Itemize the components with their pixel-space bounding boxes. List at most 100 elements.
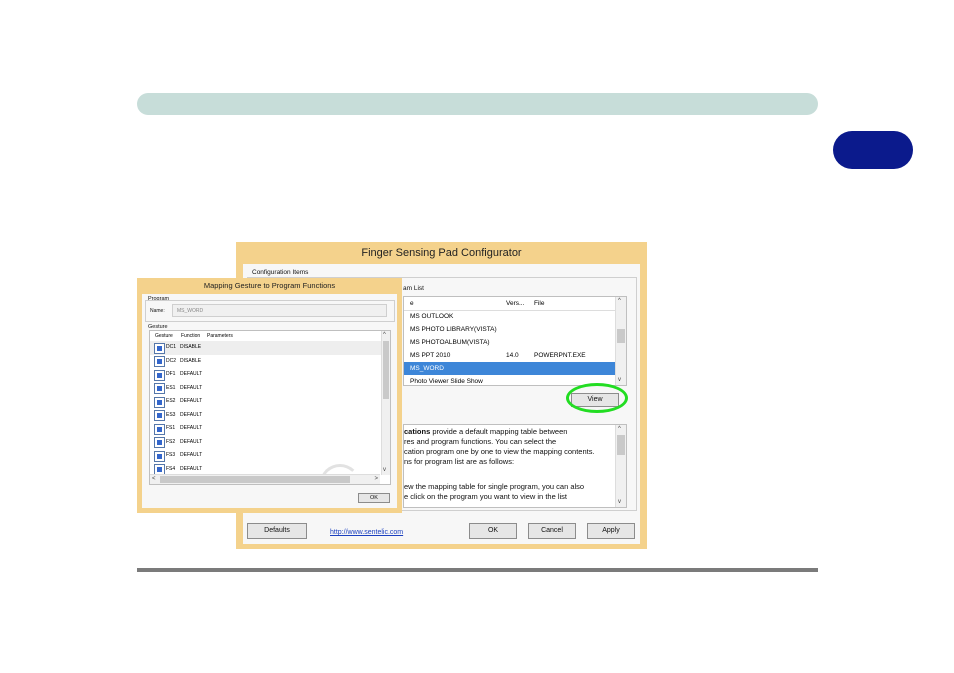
gesture-code: DC1	[166, 344, 177, 350]
program-name: MS PPT 2010	[410, 352, 451, 359]
description-line: res and program functions. You can selec…	[404, 437, 557, 446]
gesture-icon	[154, 356, 165, 367]
scrollbar-thumb[interactable]	[617, 435, 625, 455]
description-text: provide a default mapping table between	[430, 427, 568, 436]
gesture-function: DEFAULT	[180, 438, 203, 445]
gesture-mapping-client: Program Name: MS_WORD Gesture Gesture Fu…	[142, 294, 397, 508]
gesture-function: DEFAULT	[180, 425, 203, 431]
gesture-icon	[154, 450, 165, 462]
program-version: 14.0	[506, 352, 519, 359]
program-list-header: e Vers... File	[404, 297, 626, 311]
gesture-table[interactable]: Gesture Function Parameters DC1 DISABLE D…	[149, 330, 391, 485]
gesture-icon	[154, 383, 165, 394]
program-list-label: am List	[403, 285, 424, 292]
gesture-mapping-window: Mapping Gesture to Program Functions Pro…	[137, 278, 402, 513]
program-name: MS PHOTOALBUM(VISTA)	[410, 339, 490, 346]
program-file: POWERPNT.EXE	[534, 352, 586, 359]
defaults-button[interactable]: Defaults	[247, 523, 307, 539]
gesture-function: DEFAULT	[180, 452, 203, 458]
gesture-function: DEFAULT	[180, 411, 203, 418]
gesture-row[interactable]: FS3 DEFAULT	[150, 449, 382, 463]
gesture-function: DEFAULT	[180, 398, 203, 404]
header-bar	[137, 93, 818, 115]
program-row-ms-photoalbum[interactable]: MS PHOTOALBUM(VISTA)	[404, 336, 616, 349]
program-name: MS OUTLOOK	[410, 313, 454, 320]
chevron-down-icon[interactable]: v	[383, 466, 386, 475]
column-parameters[interactable]: Parameters	[207, 331, 233, 341]
name-value: MS_WORD	[177, 308, 204, 314]
column-gesture[interactable]: Gesture	[155, 331, 173, 341]
gesture-code: FS1	[166, 425, 176, 431]
description-line: e click on the program you want to view …	[404, 492, 567, 501]
chevron-up-icon[interactable]: ^	[618, 297, 621, 306]
gesture-table-hscrollbar[interactable]: < >	[150, 474, 380, 484]
scrollbar-thumb[interactable]	[383, 341, 389, 399]
program-name: Photo Viewer Slide Show	[410, 378, 483, 385]
gesture-function: DISABLE	[180, 344, 202, 350]
chevron-down-icon[interactable]: v	[618, 498, 621, 507]
chapter-tab-badge	[833, 131, 913, 169]
gesture-row[interactable]: DC2 DISABLE	[150, 355, 382, 369]
program-list[interactable]: e Vers... File MS OUTLOOK MS PHOTO LIBRA…	[403, 296, 627, 386]
program-name: MS_WORD	[410, 365, 444, 372]
gesture-code: FS2	[166, 438, 176, 445]
program-name: MS PHOTO LIBRARY(VISTA)	[410, 326, 497, 333]
gesture-table-vscrollbar[interactable]: ^ v	[381, 331, 390, 475]
gesture-ok-button[interactable]: OK	[358, 493, 390, 503]
gesture-icon	[154, 396, 165, 408]
apply-button[interactable]: Apply	[587, 523, 635, 539]
gesture-code: ES3	[166, 411, 176, 418]
gesture-icon	[154, 423, 165, 435]
chevron-right-icon[interactable]: >	[374, 475, 378, 484]
gesture-row[interactable]: DC1 DISABLE	[150, 341, 382, 355]
program-row-ms-photo-library[interactable]: MS PHOTO LIBRARY(VISTA)	[404, 323, 616, 336]
gesture-row[interactable]: FS2 DEFAULT	[150, 436, 382, 450]
column-name[interactable]: e	[410, 300, 414, 307]
gesture-icon	[154, 342, 165, 354]
configuration-items-label: Configuration Items	[252, 269, 309, 276]
gesture-code: FS3	[166, 452, 176, 458]
gesture-row[interactable]: ES2 DEFAULT	[150, 395, 382, 409]
program-row-ms-outlook[interactable]: MS OUTLOOK	[404, 310, 616, 323]
chevron-left-icon[interactable]: <	[152, 475, 156, 484]
gesture-row[interactable]: DF1 DEFAULT	[150, 368, 382, 382]
gesture-row[interactable]: FS1 DEFAULT	[150, 422, 382, 436]
gesture-row[interactable]: ES3 DEFAULT	[150, 409, 382, 423]
cancel-button[interactable]: Cancel	[528, 523, 576, 539]
program-list-scrollbar[interactable]: ^ v	[615, 297, 626, 385]
sentelic-link[interactable]: http://www.sentelic.com	[330, 529, 403, 536]
name-label: Name:	[150, 308, 165, 314]
description-line: ns for program list are as follows:	[404, 457, 515, 466]
view-button-highlight	[566, 383, 628, 413]
description-box: cations provide a default mapping table …	[403, 424, 627, 508]
ok-button[interactable]: OK	[469, 523, 517, 539]
description-line: cation program one by one to view the ma…	[404, 447, 595, 456]
description-bold: cations	[404, 427, 431, 436]
gesture-code: ES2	[166, 398, 176, 404]
scrollbar-thumb[interactable]	[160, 476, 350, 483]
gesture-function: DISABLE	[180, 357, 202, 364]
gesture-function: DEFAULT	[180, 384, 203, 391]
gesture-icon	[154, 437, 165, 448]
gesture-icon	[154, 410, 165, 421]
chevron-up-icon[interactable]: ^	[618, 425, 621, 434]
gesture-icon	[154, 369, 165, 381]
program-row-ms-ppt-2010[interactable]: MS PPT 2010 14.0 POWERPNT.EXE	[404, 349, 616, 362]
description-line: cations provide a default mapping table …	[404, 427, 567, 436]
gesture-row[interactable]: ES1 DEFAULT	[150, 382, 382, 396]
name-field: MS_WORD	[172, 304, 387, 317]
chevron-down-icon[interactable]: v	[618, 376, 621, 385]
chevron-up-icon[interactable]: ^	[383, 331, 386, 340]
gesture-code: ES1	[166, 384, 176, 391]
scrollbar-thumb[interactable]	[617, 329, 625, 343]
column-file[interactable]: File	[534, 300, 544, 307]
column-version[interactable]: Vers...	[506, 300, 524, 307]
footer-rule	[137, 568, 818, 572]
description-scrollbar[interactable]: ^ v	[615, 425, 626, 507]
program-row-ms-word[interactable]: MS_WORD	[404, 362, 616, 375]
gesture-code: DC2	[166, 357, 177, 364]
column-function[interactable]: Function	[181, 331, 200, 341]
gesture-mapping-title: Mapping Gesture to Program Functions	[203, 281, 336, 290]
gesture-code: DF1	[166, 371, 176, 377]
gesture-function: DEFAULT	[180, 371, 203, 377]
